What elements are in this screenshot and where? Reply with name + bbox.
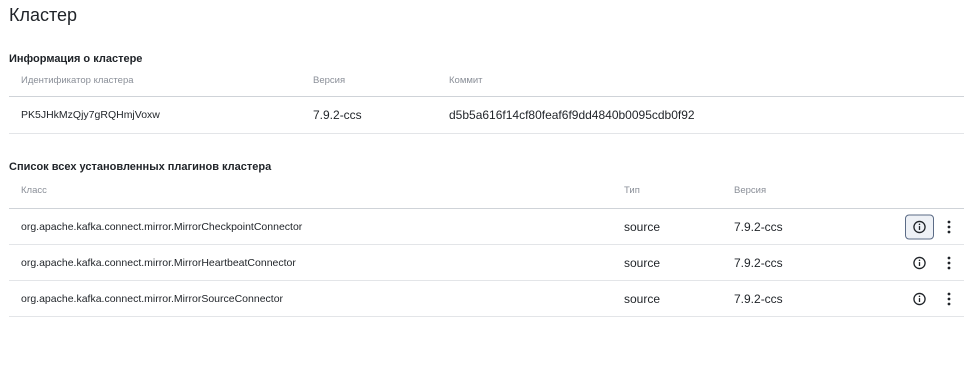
info-button[interactable] — [905, 287, 934, 312]
page-title: Кластер — [9, 5, 78, 25]
plugin-class: org.apache.kafka.connect.mirror.MirrorHe… — [21, 257, 296, 269]
more-menu-button[interactable] — [943, 218, 955, 236]
column-header-version: Версия — [734, 185, 767, 196]
plugin-type: source — [624, 220, 661, 234]
plugin-type: source — [624, 292, 661, 306]
cluster-commit-value: d5b5a616f14cf80feaf6f9dd4840b0095cdb0f92 — [449, 108, 695, 122]
info-button[interactable] — [905, 214, 934, 240]
plugin-class: org.apache.kafka.connect.mirror.MirrorSo… — [21, 293, 284, 305]
column-header-type: Тип — [624, 185, 640, 196]
more-menu-button[interactable] — [943, 254, 955, 272]
more-vertical-icon — [947, 292, 951, 306]
more-menu-button[interactable] — [943, 290, 955, 308]
plugin-version: 7.9.2-ccs — [734, 256, 783, 270]
plugins-title: Список всех установленных плагинов класт… — [9, 161, 272, 173]
more-vertical-icon — [947, 220, 951, 234]
info-icon — [913, 256, 926, 270]
table-row: org.apache.kafka.connect.mirror.MirrorSo… — [9, 281, 964, 317]
cluster-id-value: PK5JHkMzQjy7gRQHmjVoxw — [21, 109, 160, 121]
plugin-class: org.apache.kafka.connect.mirror.MirrorCh… — [21, 221, 303, 233]
more-vertical-icon — [947, 256, 951, 270]
column-header-version: Версия — [313, 75, 346, 86]
column-header-cluster-id: Идентификатор кластера — [21, 75, 134, 86]
plugin-version: 7.9.2-ccs — [734, 292, 783, 306]
column-header-commit: Коммит — [449, 75, 483, 86]
plugin-type: source — [624, 256, 661, 270]
table-row: org.apache.kafka.connect.mirror.MirrorHe… — [9, 245, 964, 281]
plugin-version: 7.9.2-ccs — [734, 220, 783, 234]
column-header-class: Класс — [21, 185, 47, 196]
info-button[interactable] — [905, 251, 934, 276]
info-icon — [913, 220, 926, 234]
cluster-version-value: 7.9.2-ccs — [313, 108, 362, 122]
cluster-info-row: PK5JHkMzQjy7gRQHmjVoxw 7.9.2-ccs d5b5a61… — [9, 97, 964, 133]
info-icon — [913, 292, 926, 306]
cluster-info-title: Информация о кластере — [9, 53, 143, 65]
table-row: org.apache.kafka.connect.mirror.MirrorCh… — [9, 209, 964, 245]
divider — [9, 133, 964, 134]
divider — [9, 316, 964, 317]
